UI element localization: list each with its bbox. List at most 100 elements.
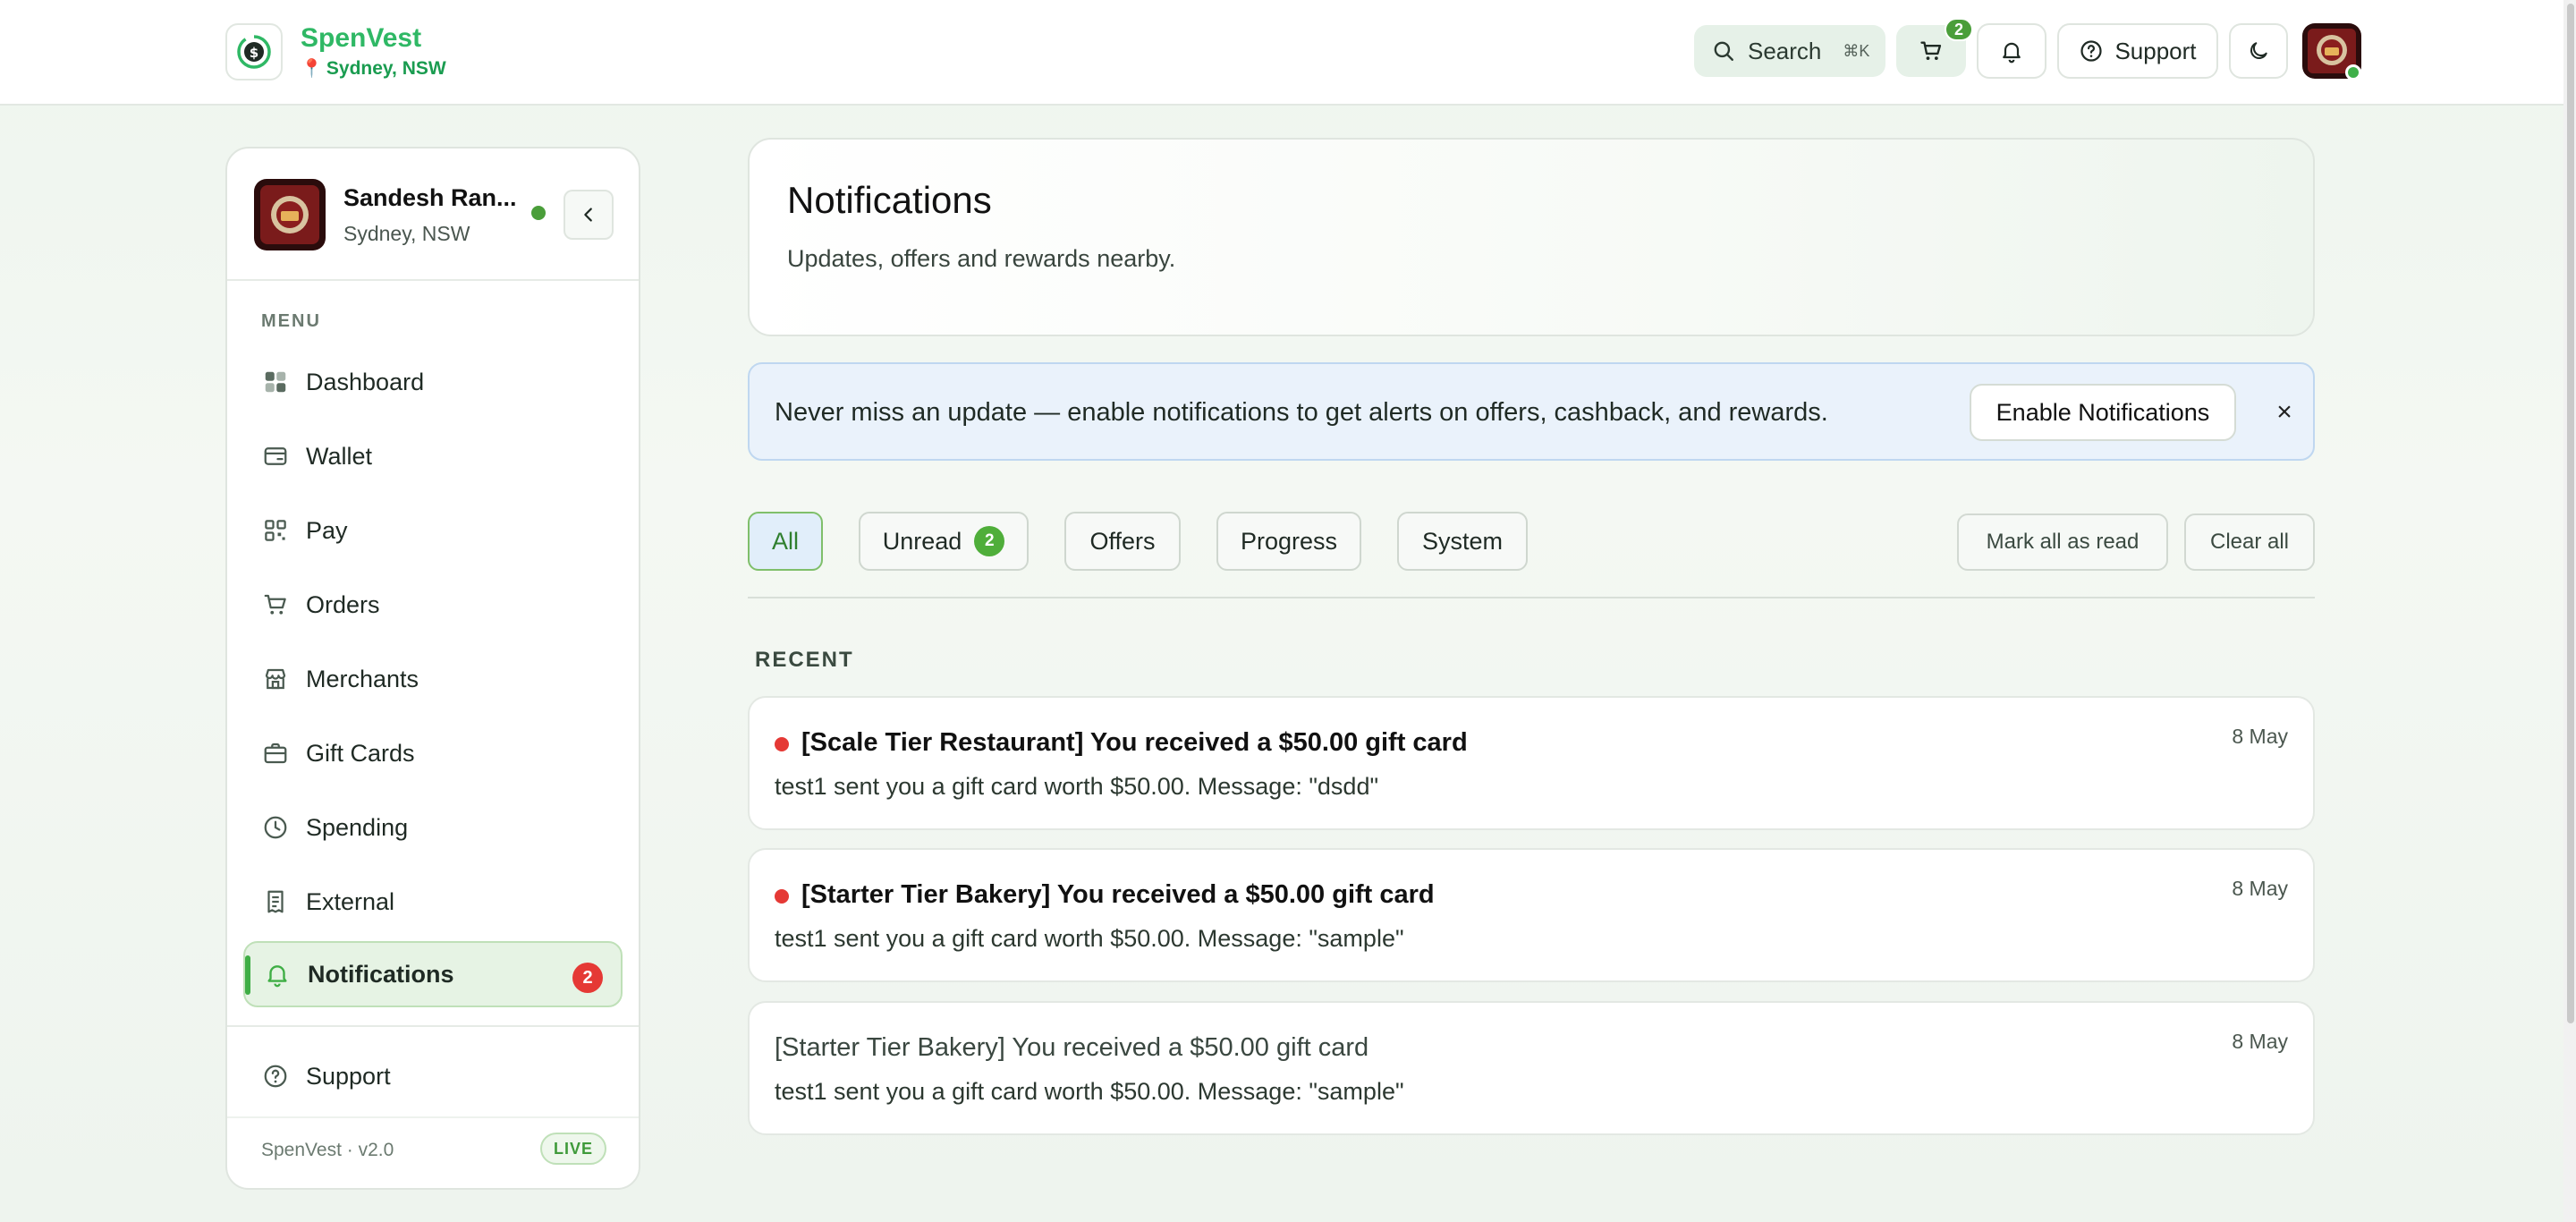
search-label: Search bbox=[1748, 37, 1822, 64]
sidebar-item-label: External bbox=[306, 887, 395, 915]
clear-all-button[interactable]: Clear all bbox=[2184, 513, 2315, 571]
sidebar-item-support[interactable]: Support bbox=[243, 1043, 623, 1109]
filter-label: All bbox=[771, 527, 799, 555]
sidebar-item-label: Pay bbox=[306, 516, 348, 544]
search-shortcut: ⌘K bbox=[1843, 41, 1870, 60]
sidebar-item-label: Gift Cards bbox=[306, 739, 415, 767]
notification-date: 8 May bbox=[2232, 725, 2288, 748]
brand-name[interactable]: SpenVest bbox=[301, 23, 421, 54]
sidebar-item-label: Orders bbox=[306, 590, 380, 618]
notifications-button[interactable] bbox=[1977, 23, 2046, 79]
filter-all[interactable]: All bbox=[748, 512, 823, 571]
sidebar-item-dashboard[interactable]: Dashboard bbox=[243, 349, 623, 415]
moon-icon bbox=[2250, 42, 2267, 59]
notification-item[interactable]: [Scale Tier Restaurant] You received a $… bbox=[748, 696, 2315, 830]
chevron-left-icon bbox=[584, 208, 592, 222]
bell-icon bbox=[263, 960, 292, 989]
filter-unread[interactable]: Unread 2 bbox=[859, 512, 1029, 571]
banner-message: Never miss an update — enable notificati… bbox=[775, 398, 1828, 427]
clock-icon bbox=[261, 813, 290, 842]
mark-all-read-button[interactable]: Mark all as read bbox=[1957, 513, 2168, 571]
filters-divider bbox=[748, 597, 2315, 598]
sidebar-item-label: Dashboard bbox=[306, 368, 425, 395]
menu-section-label: MENU bbox=[261, 311, 321, 331]
page-scrollbar-thumb[interactable] bbox=[2567, 4, 2574, 1023]
notification-body: test1 sent you a gift card worth $50.00.… bbox=[775, 1078, 1404, 1105]
cart-count-badge: 2 bbox=[1945, 18, 1973, 41]
filter-label: Progress bbox=[1240, 527, 1338, 555]
sidebar-item-label: Spending bbox=[306, 813, 409, 841]
filter-label: Unread bbox=[882, 527, 962, 555]
sidebar-item-wallet[interactable]: Wallet bbox=[243, 423, 623, 489]
support-button[interactable]: Support bbox=[2057, 23, 2218, 79]
notification-body: test1 sent you a gift card worth $50.00.… bbox=[775, 773, 1379, 800]
page-subtitle: Updates, offers and rewards nearby. bbox=[787, 245, 1176, 272]
dollar-coin-icon: $ bbox=[237, 35, 271, 69]
store-icon bbox=[261, 665, 290, 693]
close-icon[interactable]: × bbox=[2267, 395, 2302, 430]
sidebar-item-orders[interactable]: Orders bbox=[243, 572, 623, 638]
help-circle-icon bbox=[2080, 40, 2103, 62]
sidebar-item-label: Notifications bbox=[308, 960, 454, 988]
notification-item[interactable]: [Starter Tier Bakery] You received a $50… bbox=[748, 848, 2315, 982]
sidebar: Sandesh Ran... Sydney, NSW MENU Dashboar… bbox=[225, 147, 640, 1190]
enable-notifications-banner: Never miss an update — enable notificati… bbox=[748, 362, 2315, 461]
sidebar-item-label: Wallet bbox=[306, 442, 373, 470]
notification-title: [Starter Tier Bakery] You received a $50… bbox=[775, 1033, 1369, 1062]
section-label-recent: RECENT bbox=[755, 648, 854, 672]
collapse-sidebar-button[interactable] bbox=[564, 190, 614, 240]
notification-title: [Starter Tier Bakery] You received a $50… bbox=[801, 880, 1435, 909]
brand-logo[interactable]: $ bbox=[225, 23, 283, 81]
page-header-card: Notifications Updates, offers and reward… bbox=[748, 138, 2315, 336]
unread-count-badge: 2 bbox=[974, 526, 1005, 556]
sidebar-item-merchants[interactable]: Merchants bbox=[243, 646, 623, 712]
sidebar-item-gift-cards[interactable]: Gift Cards bbox=[243, 720, 623, 786]
filter-label: System bbox=[1421, 527, 1504, 555]
sidebar-divider bbox=[227, 1116, 639, 1118]
svg-text:$: $ bbox=[250, 45, 258, 61]
sidebar-user-name: Sandesh Ran... bbox=[343, 184, 517, 211]
sidebar-item-pay[interactable]: Pay bbox=[243, 497, 623, 564]
notification-item[interactable]: [Starter Tier Bakery] You received a $50… bbox=[748, 1001, 2315, 1135]
bell-icon bbox=[2003, 42, 2021, 64]
notification-title: [Scale Tier Restaurant] You received a $… bbox=[801, 728, 1468, 757]
sidebar-divider bbox=[227, 279, 639, 281]
sidebar-item-label: Merchants bbox=[306, 665, 419, 692]
cart-icon bbox=[1920, 41, 1942, 61]
unread-dot bbox=[775, 737, 789, 751]
sidebar-item-spending[interactable]: Spending bbox=[243, 794, 623, 861]
sidebar-avatar bbox=[254, 179, 326, 250]
cart-icon bbox=[261, 590, 290, 619]
qr-code-icon bbox=[261, 516, 290, 545]
search-button[interactable]: Search ⌘K bbox=[1694, 25, 1885, 77]
filter-label: Offers bbox=[1089, 527, 1156, 555]
receipt-icon bbox=[261, 887, 290, 916]
live-status-badge: LIVE bbox=[540, 1133, 606, 1165]
online-status-dot bbox=[2345, 64, 2361, 81]
notification-date: 8 May bbox=[2232, 1030, 2288, 1053]
sidebar-item-notifications[interactable]: Notifications 2 bbox=[243, 941, 623, 1007]
enable-notifications-button[interactable]: Enable Notifications bbox=[1970, 384, 2236, 441]
user-avatar-icon bbox=[254, 179, 326, 250]
theme-toggle-button[interactable] bbox=[2229, 23, 2288, 79]
notifications-count-badge: 2 bbox=[572, 963, 603, 993]
sidebar-item-label: Support bbox=[306, 1062, 391, 1090]
support-label: Support bbox=[2114, 37, 2197, 64]
sidebar-item-external[interactable]: External bbox=[243, 869, 623, 935]
gift-icon bbox=[261, 739, 290, 768]
notification-date: 8 May bbox=[2232, 877, 2288, 900]
dashboard-icon bbox=[261, 368, 290, 396]
brand-location[interactable]: 📍 Sydney, NSW bbox=[301, 57, 446, 80]
page-title: Notifications bbox=[787, 179, 992, 221]
filter-offers[interactable]: Offers bbox=[1064, 512, 1181, 571]
online-status-dot bbox=[531, 206, 546, 220]
filter-progress[interactable]: Progress bbox=[1216, 512, 1361, 571]
wallet-icon bbox=[261, 442, 290, 471]
search-icon bbox=[1714, 41, 1733, 61]
brand-location-text: Sydney, NSW bbox=[326, 57, 446, 79]
top-header: $ SpenVest 📍 Sydney, NSW Search ⌘K 2 Sup… bbox=[0, 0, 2576, 106]
notification-body: test1 sent you a gift card worth $50.00.… bbox=[775, 925, 1404, 952]
unread-dot bbox=[775, 889, 789, 904]
filter-system[interactable]: System bbox=[1397, 512, 1528, 571]
app-version: SpenVest · v2.0 bbox=[261, 1140, 394, 1160]
